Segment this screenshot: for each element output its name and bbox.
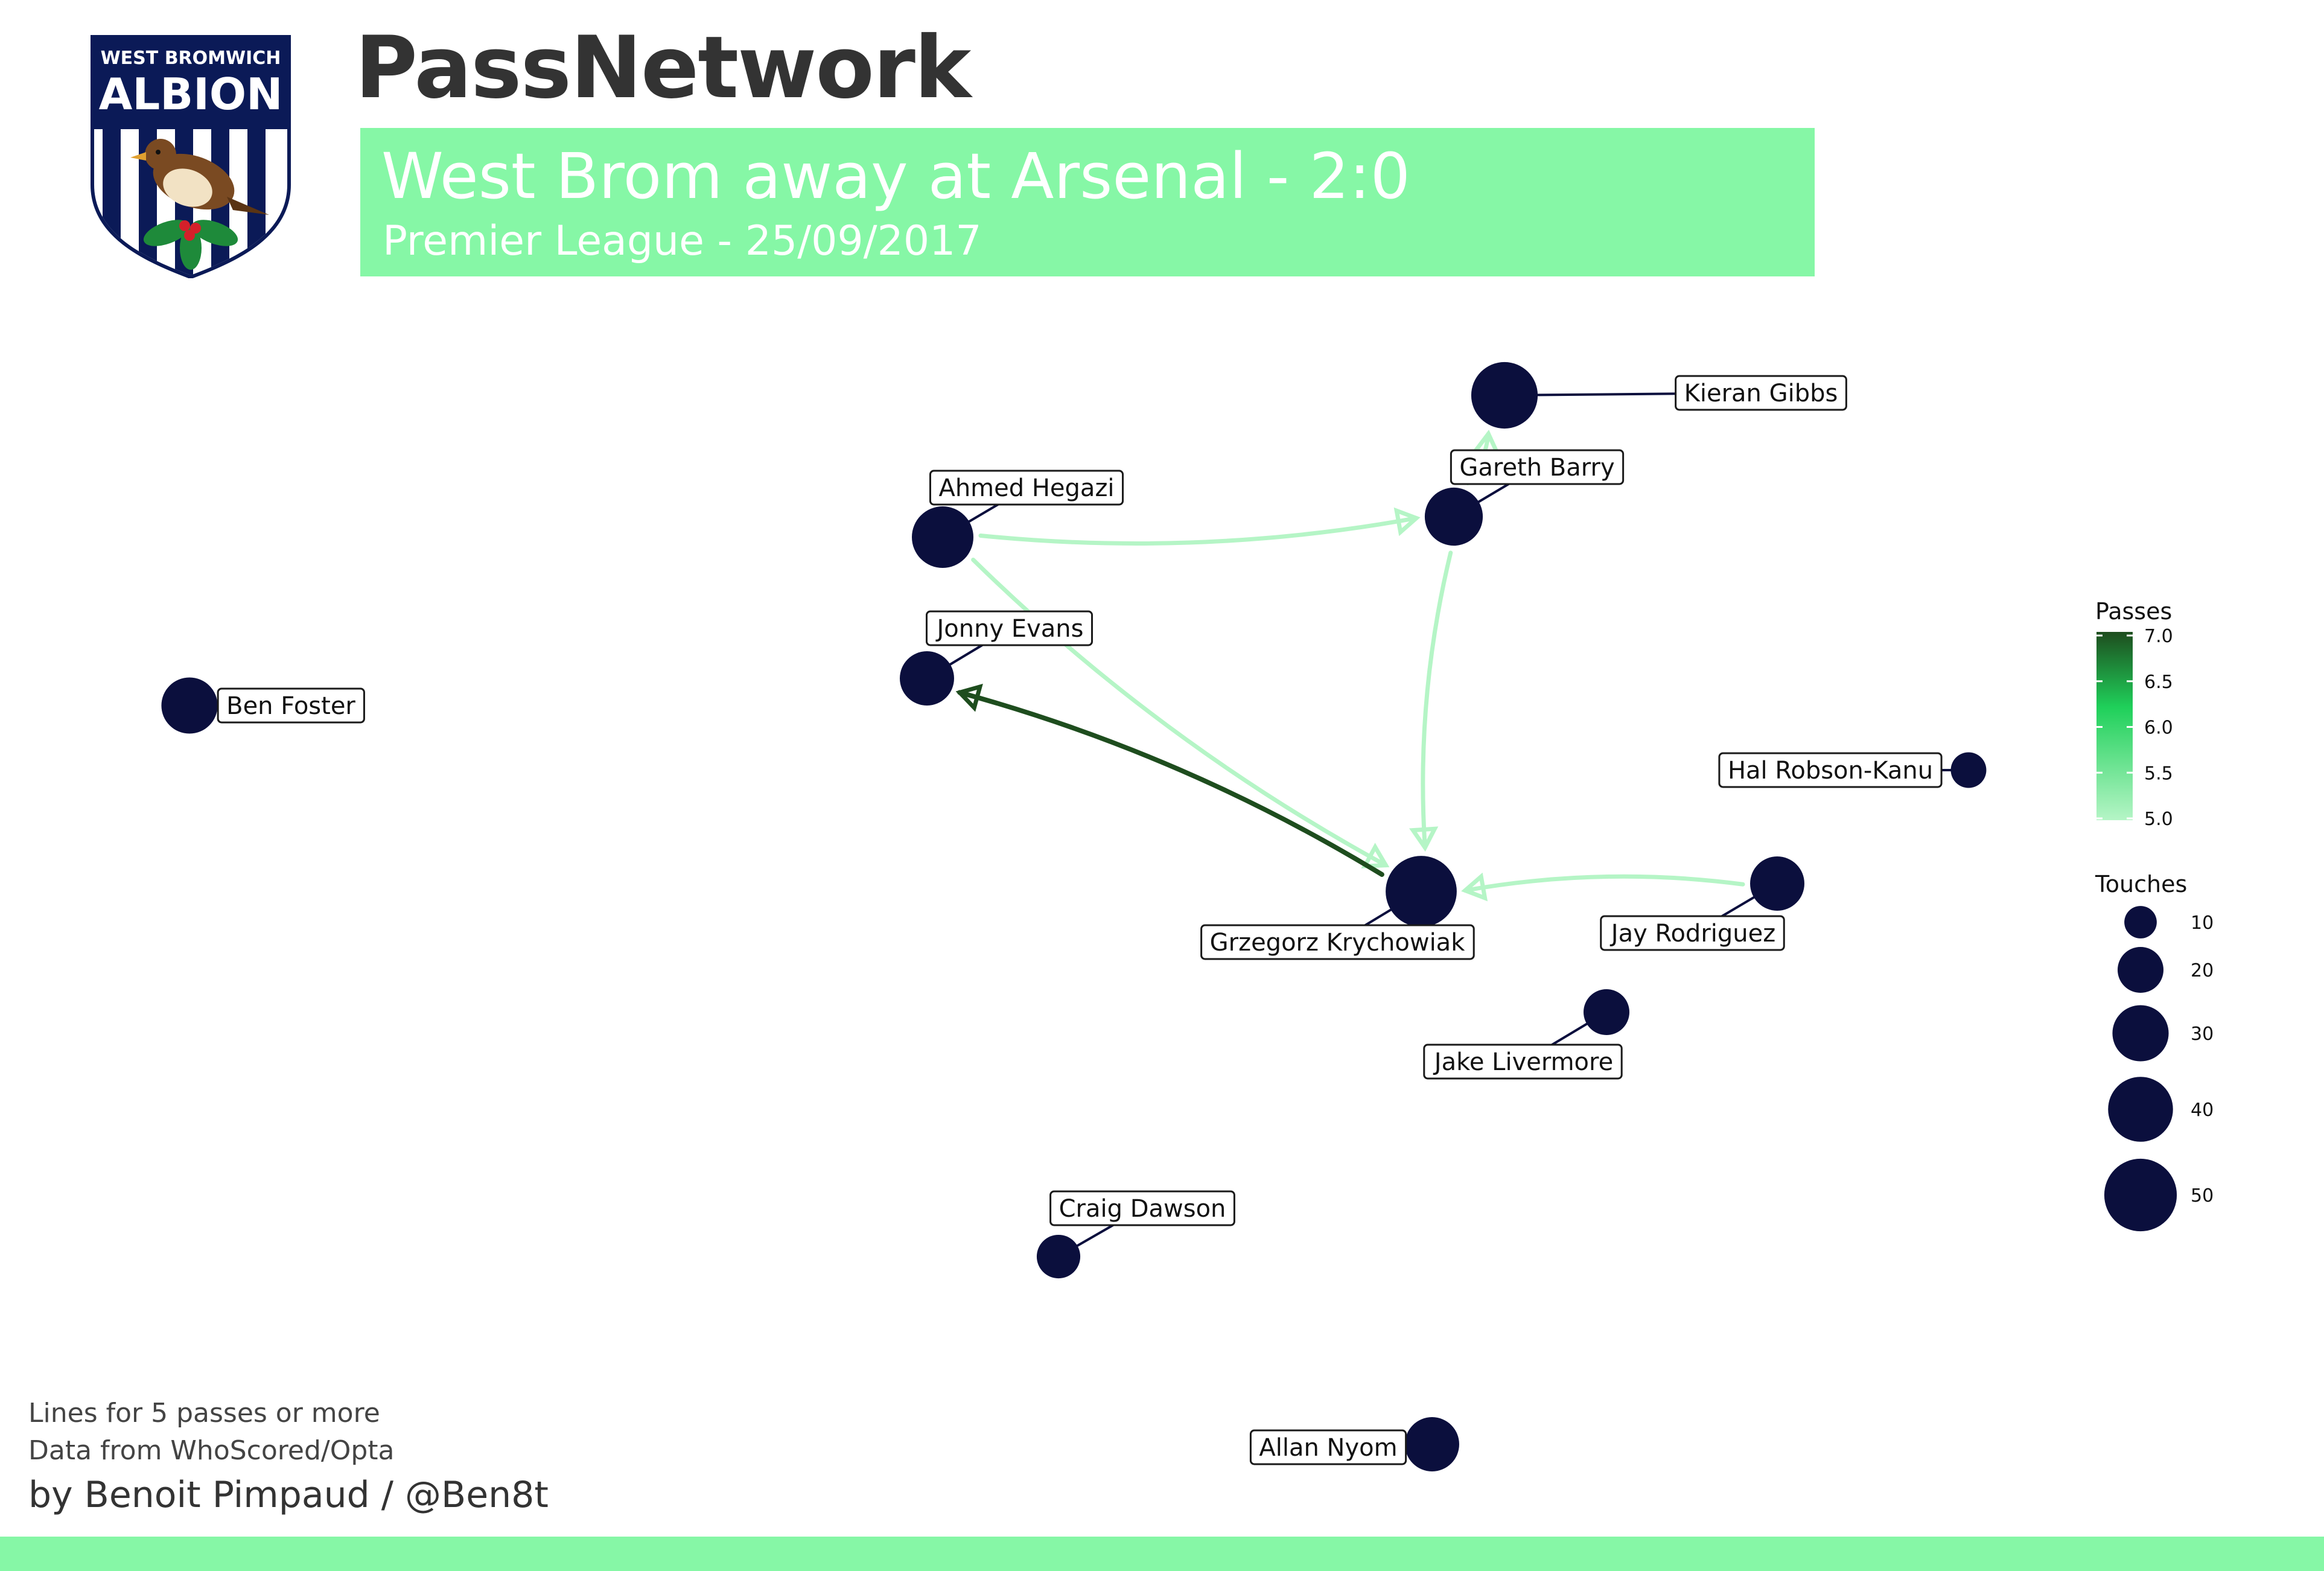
player-label-jonny-evans: Jonny Evans — [925, 610, 1094, 646]
player-node-ahmed-hegazi — [912, 506, 973, 568]
passes-legend-title: Passes — [2095, 598, 2172, 625]
footer-note-source: Data from WhoScored/Opta — [28, 1435, 395, 1466]
player-label-gareth-barry: Gareth Barry — [1450, 449, 1625, 485]
player-label-hal-robson-kanu: Hal Robson-Kanu — [1718, 752, 1943, 788]
passes-tick-label: 5.5 — [2144, 763, 2173, 784]
touches-legend: Touches 10 20 30 40 50 — [2095, 871, 2214, 1232]
player-label-ben-foster: Ben Foster — [217, 687, 365, 724]
pass-edge-gareth-barry-to-grzegorz-krychowiak — [1409, 550, 1453, 852]
player-name: Jake Livermore — [1433, 1048, 1613, 1076]
passes-legend: Passes 7.0 6.5 6.0 5.5 5.0 — [2095, 598, 2173, 830]
touches-key-circle — [2117, 946, 2164, 993]
touches-key-circle — [2124, 906, 2157, 938]
player-node-jay-rodriguez — [1750, 856, 1804, 911]
player-node-grzegorz-krychowiak — [1386, 856, 1457, 927]
passes-tick-label: 6.5 — [2144, 672, 2173, 693]
touches-key-label: 40 — [2191, 1100, 2214, 1121]
touches-key-label: 50 — [2191, 1185, 2214, 1206]
pass-edge-ahmed-hegazi-to-gareth-barry — [978, 507, 1421, 546]
pass-network: Kieran Gibbs Gareth Barry Ahmed Hegazi Jonn… — [161, 362, 2214, 1471]
bottom-bar — [0, 1537, 2324, 1571]
touches-key-circle — [2108, 1077, 2173, 1142]
player-node-kieran-gibbs — [1471, 362, 1538, 429]
player-name: Kieran Gibbs — [1684, 380, 1838, 407]
touches-key-circle — [2104, 1158, 2177, 1232]
player-labels: Kieran Gibbs Gareth Barry Ahmed Hegazi Jonn… — [217, 375, 1943, 1465]
passes-tick-label: 5.0 — [2144, 809, 2173, 830]
player-node-gareth-barry — [1424, 487, 1483, 546]
pass-edge-grzegorz-krychowiak-to-jonny-evans — [955, 683, 1384, 877]
touches-key-label: 10 — [2191, 913, 2214, 934]
player-name: Allan Nyom — [1259, 1434, 1397, 1462]
footer-credit: by Benoit Pimpaud / @Ben8t — [28, 1474, 549, 1516]
passes-tick-label: 7.0 — [2144, 626, 2173, 647]
player-name: Hal Robson-Kanu — [1728, 757, 1933, 785]
touches-key-circle — [2112, 1005, 2169, 1062]
player-label-jay-rodriguez: Jay Rodriguez — [1600, 915, 1785, 951]
player-name: Gareth Barry — [1459, 454, 1614, 482]
player-name: Jay Rodriguez — [1609, 920, 1775, 948]
player-name: Craig Dawson — [1059, 1195, 1226, 1223]
footer-note-threshold: Lines for 5 passes or more — [28, 1398, 380, 1429]
player-label-craig-dawson: Craig Dawson — [1049, 1190, 1235, 1226]
pass-edge-jay-rodriguez-to-grzegorz-krychowiak — [1461, 872, 1745, 902]
touches-key-label: 30 — [2191, 1024, 2214, 1045]
player-node-jonny-evans — [900, 651, 954, 706]
player-name: Jonny Evans — [935, 615, 1083, 643]
player-label-jake-livermore: Jake Livermore — [1423, 1044, 1623, 1080]
player-name: Grzegorz Krychowiak — [1210, 929, 1466, 957]
passes-tick-label: 6.0 — [2144, 718, 2173, 739]
touches-key-label: 20 — [2191, 960, 2214, 981]
player-label-allan-nyom: Allan Nyom — [1249, 1429, 1407, 1465]
player-name: Ben Foster — [226, 692, 355, 720]
player-node-craig-dawson — [1036, 1234, 1081, 1279]
player-node-jake-livermore — [1583, 989, 1630, 1036]
player-label-ahmed-hegazi: Ahmed Hegazi — [929, 470, 1124, 506]
player-node-hal-robson-kanu — [1950, 752, 1987, 788]
player-name: Ahmed Hegazi — [938, 474, 1114, 502]
player-node-allan-nyom — [1405, 1417, 1459, 1471]
player-label-grzegorz-krychowiak: Grzegorz Krychowiak — [1200, 924, 1475, 960]
touches-legend-title: Touches — [2095, 871, 2187, 897]
player-node-ben-foster — [161, 677, 218, 734]
player-label-kieran-gibbs: Kieran Gibbs — [1675, 375, 1847, 411]
